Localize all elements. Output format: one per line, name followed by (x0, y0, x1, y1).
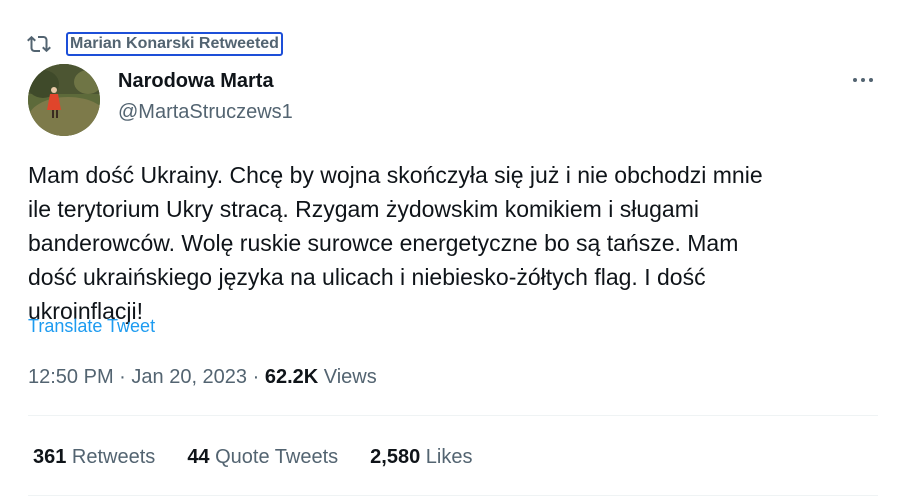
divider (28, 415, 878, 416)
quote-tweets-stat[interactable]: 44 Quote Tweets (187, 446, 338, 469)
retweets-count: 361 (33, 446, 67, 468)
views-count[interactable]: 62.2K (265, 366, 318, 389)
engagement-stats: 361 Retweets 44 Quote Tweets 2,580 Likes (33, 446, 504, 469)
tweet-metadata: 12:50 PM · Jan 20, 2023 · 62.2K Views (28, 366, 377, 389)
likes-stat[interactable]: 2,580 Likes (370, 446, 472, 469)
author-handle[interactable]: @MartaStruczews1 (118, 101, 293, 124)
views-label[interactable]: Views (318, 366, 377, 389)
quote-tweets-label: Quote Tweets (209, 446, 339, 468)
retweet-banner: Marian Konarski Retweeted (27, 32, 283, 56)
likes-label: Likes (420, 446, 473, 468)
retweets-stat[interactable]: 361 Retweets (33, 446, 155, 469)
author-display-name[interactable]: Narodowa Marta (118, 70, 274, 93)
avatar[interactable] (28, 64, 100, 136)
translate-tweet-link[interactable]: Translate Tweet (28, 316, 155, 337)
meta-separator: · (113, 366, 132, 388)
meta-separator: · (247, 366, 265, 388)
tweet-date[interactable]: Jan 20, 2023 (131, 366, 247, 389)
divider (28, 495, 878, 496)
likes-count: 2,580 (370, 446, 421, 468)
retweet-icon (27, 32, 51, 56)
retweeter-link[interactable]: Marian Konarski Retweeted (66, 32, 283, 56)
more-options-icon[interactable] (848, 70, 878, 90)
retweets-label: Retweets (66, 446, 156, 468)
quote-tweets-count: 44 (187, 446, 210, 468)
tweet-time[interactable]: 12:50 PM (28, 366, 114, 389)
tweet-text: Mam dość Ukrainy. Chcę by wojna skończył… (28, 162, 763, 324)
